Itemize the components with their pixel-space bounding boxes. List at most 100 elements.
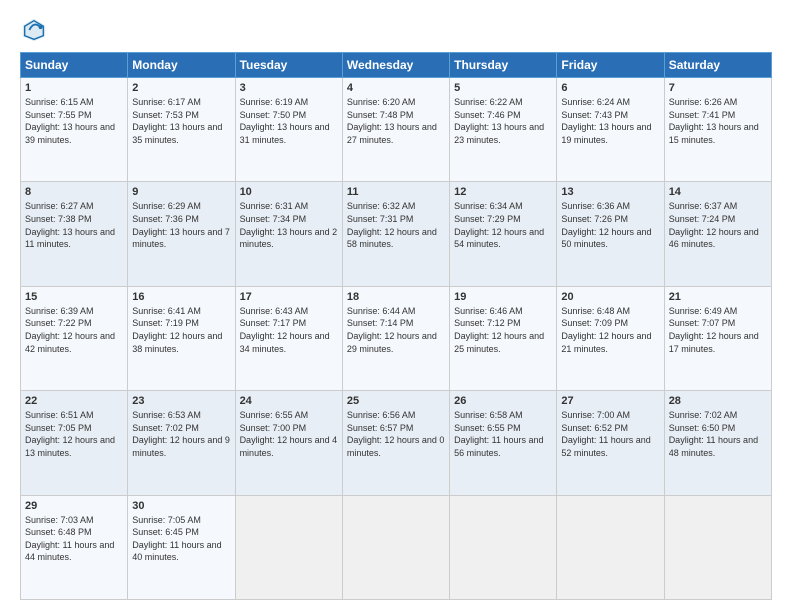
calendar-table: SundayMondayTuesdayWednesdayThursdayFrid…	[20, 52, 772, 600]
cell-text: Sunrise: 6:34 AMSunset: 7:29 PMDaylight:…	[454, 201, 544, 249]
day-cell-29: 29 Sunrise: 7:03 AMSunset: 6:48 PMDayligh…	[21, 495, 128, 599]
day-number: 3	[240, 82, 338, 94]
day-number: 12	[454, 186, 552, 198]
day-cell-28: 28Sunrise: 7:02 AMSunset: 6:50 PMDayligh…	[664, 391, 771, 495]
day-cell-27: 27Sunrise: 7:00 AMSunset: 6:52 PMDayligh…	[557, 391, 664, 495]
empty-cell	[450, 495, 557, 599]
cell-text: Sunrise: 7:00 AMSunset: 6:52 PMDaylight:…	[561, 410, 650, 458]
day-cell-5: 5 Sunrise: 6:22 AMSunset: 7:46 PMDaylight…	[450, 78, 557, 182]
day-number: 1	[25, 82, 123, 94]
cell-text: Sunrise: 7:05 AMSunset: 6:45 PMDaylight:…	[132, 515, 221, 563]
logo-icon	[20, 16, 48, 44]
cell-text: Sunrise: 6:53 AMSunset: 7:02 PMDaylight:…	[132, 410, 230, 458]
cell-text: Sunrise: 6:31 AMSunset: 7:34 PMDaylight:…	[240, 201, 338, 249]
day-number: 8	[25, 186, 123, 198]
cell-text: Sunrise: 7:03 AMSunset: 6:48 PMDaylight:…	[25, 515, 114, 563]
day-cell-19: 19Sunrise: 6:46 AMSunset: 7:12 PMDayligh…	[450, 286, 557, 390]
cell-text: Sunrise: 6:39 AMSunset: 7:22 PMDaylight:…	[25, 306, 115, 354]
cell-text: Sunrise: 6:55 AMSunset: 7:00 PMDaylight:…	[240, 410, 338, 458]
cell-text: Sunrise: 6:24 AMSunset: 7:43 PMDaylight:…	[561, 97, 651, 145]
day-number: 10	[240, 186, 338, 198]
week-row-5: 29 Sunrise: 7:03 AMSunset: 6:48 PMDayligh…	[21, 495, 772, 599]
cell-text: Sunrise: 6:20 AMSunset: 7:48 PMDaylight:…	[347, 97, 437, 145]
day-number: 30	[132, 500, 230, 512]
day-cell-8: 8 Sunrise: 6:27 AMSunset: 7:38 PMDaylight…	[21, 182, 128, 286]
week-row-3: 15 Sunrise: 6:39 AMSunset: 7:22 PMDayligh…	[21, 286, 772, 390]
day-number: 14	[669, 186, 767, 198]
day-cell-10: 10 Sunrise: 6:31 AMSunset: 7:34 PMDayligh…	[235, 182, 342, 286]
day-cell-24: 24 Sunrise: 6:55 AMSunset: 7:00 PMDayligh…	[235, 391, 342, 495]
day-cell-20: 20 Sunrise: 6:48 AMSunset: 7:09 PMDayligh…	[557, 286, 664, 390]
cell-text: Sunrise: 6:41 AMSunset: 7:19 PMDaylight:…	[132, 306, 222, 354]
day-cell-21: 21 Sunrise: 6:49 AMSunset: 7:07 PMDayligh…	[664, 286, 771, 390]
day-cell-4: 4 Sunrise: 6:20 AMSunset: 7:48 PMDaylight…	[342, 78, 449, 182]
empty-cell	[557, 495, 664, 599]
day-number: 11	[347, 186, 445, 198]
day-number: 2	[132, 82, 230, 94]
day-cell-14: 14 Sunrise: 6:37 AMSunset: 7:24 PMDayligh…	[664, 182, 771, 286]
cell-text: Sunrise: 6:29 AMSunset: 7:36 PMDaylight:…	[132, 201, 230, 249]
cell-text: Sunrise: 6:58 AMSunset: 6:55 PMDaylight:…	[454, 410, 543, 458]
weekday-tuesday: Tuesday	[235, 53, 342, 78]
day-number: 4	[347, 82, 445, 94]
day-cell-25: 25 Sunrise: 6:56 AMSunset: 6:57 PMDayligh…	[342, 391, 449, 495]
weekday-header-row: SundayMondayTuesdayWednesdayThursdayFrid…	[21, 53, 772, 78]
page: SundayMondayTuesdayWednesdayThursdayFrid…	[0, 0, 792, 612]
day-number: 16	[132, 291, 230, 303]
cell-text: Sunrise: 6:43 AMSunset: 7:17 PMDaylight:…	[240, 306, 330, 354]
cell-text: Sunrise: 6:46 AMSunset: 7:12 PMDaylight:…	[454, 306, 544, 354]
cell-text: Sunrise: 6:56 AMSunset: 6:57 PMDaylight:…	[347, 410, 445, 458]
header	[20, 16, 772, 44]
day-cell-9: 9Sunrise: 6:29 AMSunset: 7:36 PMDaylight…	[128, 182, 235, 286]
day-cell-11: 11 Sunrise: 6:32 AMSunset: 7:31 PMDayligh…	[342, 182, 449, 286]
weekday-saturday: Saturday	[664, 53, 771, 78]
day-number: 20	[561, 291, 659, 303]
day-cell-30: 30 Sunrise: 7:05 AMSunset: 6:45 PMDayligh…	[128, 495, 235, 599]
weekday-thursday: Thursday	[450, 53, 557, 78]
day-cell-13: 13 Sunrise: 6:36 AMSunset: 7:26 PMDayligh…	[557, 182, 664, 286]
cell-text: Sunrise: 6:26 AMSunset: 7:41 PMDaylight:…	[669, 97, 759, 145]
cell-text: Sunrise: 6:51 AMSunset: 7:05 PMDaylight:…	[25, 410, 115, 458]
day-cell-2: 2 Sunrise: 6:17 AMSunset: 7:53 PMDaylight…	[128, 78, 235, 182]
week-row-4: 22 Sunrise: 6:51 AMSunset: 7:05 PMDayligh…	[21, 391, 772, 495]
empty-cell	[342, 495, 449, 599]
day-number: 29	[25, 500, 123, 512]
day-number: 23	[132, 395, 230, 407]
day-number: 5	[454, 82, 552, 94]
day-cell-3: 3 Sunrise: 6:19 AMSunset: 7:50 PMDaylight…	[235, 78, 342, 182]
cell-text: Sunrise: 6:36 AMSunset: 7:26 PMDaylight:…	[561, 201, 651, 249]
cell-text: Sunrise: 6:49 AMSunset: 7:07 PMDaylight:…	[669, 306, 759, 354]
cell-text: Sunrise: 6:44 AMSunset: 7:14 PMDaylight:…	[347, 306, 437, 354]
logo	[20, 16, 52, 44]
empty-cell	[664, 495, 771, 599]
day-number: 28	[669, 395, 767, 407]
empty-cell	[235, 495, 342, 599]
cell-text: Sunrise: 6:48 AMSunset: 7:09 PMDaylight:…	[561, 306, 651, 354]
day-number: 7	[669, 82, 767, 94]
day-cell-15: 15 Sunrise: 6:39 AMSunset: 7:22 PMDayligh…	[21, 286, 128, 390]
weekday-friday: Friday	[557, 53, 664, 78]
weekday-monday: Monday	[128, 53, 235, 78]
day-number: 21	[669, 291, 767, 303]
cell-text: Sunrise: 6:37 AMSunset: 7:24 PMDaylight:…	[669, 201, 759, 249]
cell-text: Sunrise: 6:19 AMSunset: 7:50 PMDaylight:…	[240, 97, 330, 145]
day-number: 18	[347, 291, 445, 303]
day-cell-16: 16 Sunrise: 6:41 AMSunset: 7:19 PMDayligh…	[128, 286, 235, 390]
day-number: 25	[347, 395, 445, 407]
day-cell-12: 12 Sunrise: 6:34 AMSunset: 7:29 PMDayligh…	[450, 182, 557, 286]
day-number: 15	[25, 291, 123, 303]
cell-text: Sunrise: 6:32 AMSunset: 7:31 PMDaylight:…	[347, 201, 437, 249]
cell-text: Sunrise: 6:27 AMSunset: 7:38 PMDaylight:…	[25, 201, 115, 249]
day-cell-22: 22 Sunrise: 6:51 AMSunset: 7:05 PMDayligh…	[21, 391, 128, 495]
day-cell-7: 7 Sunrise: 6:26 AMSunset: 7:41 PMDaylight…	[664, 78, 771, 182]
day-cell-23: 23 Sunrise: 6:53 AMSunset: 7:02 PMDayligh…	[128, 391, 235, 495]
day-number: 13	[561, 186, 659, 198]
day-number: 24	[240, 395, 338, 407]
day-number: 22	[25, 395, 123, 407]
day-cell-26: 26Sunrise: 6:58 AMSunset: 6:55 PMDayligh…	[450, 391, 557, 495]
day-number: 17	[240, 291, 338, 303]
cell-text: Sunrise: 6:22 AMSunset: 7:46 PMDaylight:…	[454, 97, 544, 145]
cell-text: Sunrise: 6:17 AMSunset: 7:53 PMDaylight:…	[132, 97, 222, 145]
week-row-1: 1Sunrise: 6:15 AMSunset: 7:55 PMDaylight…	[21, 78, 772, 182]
weekday-wednesday: Wednesday	[342, 53, 449, 78]
